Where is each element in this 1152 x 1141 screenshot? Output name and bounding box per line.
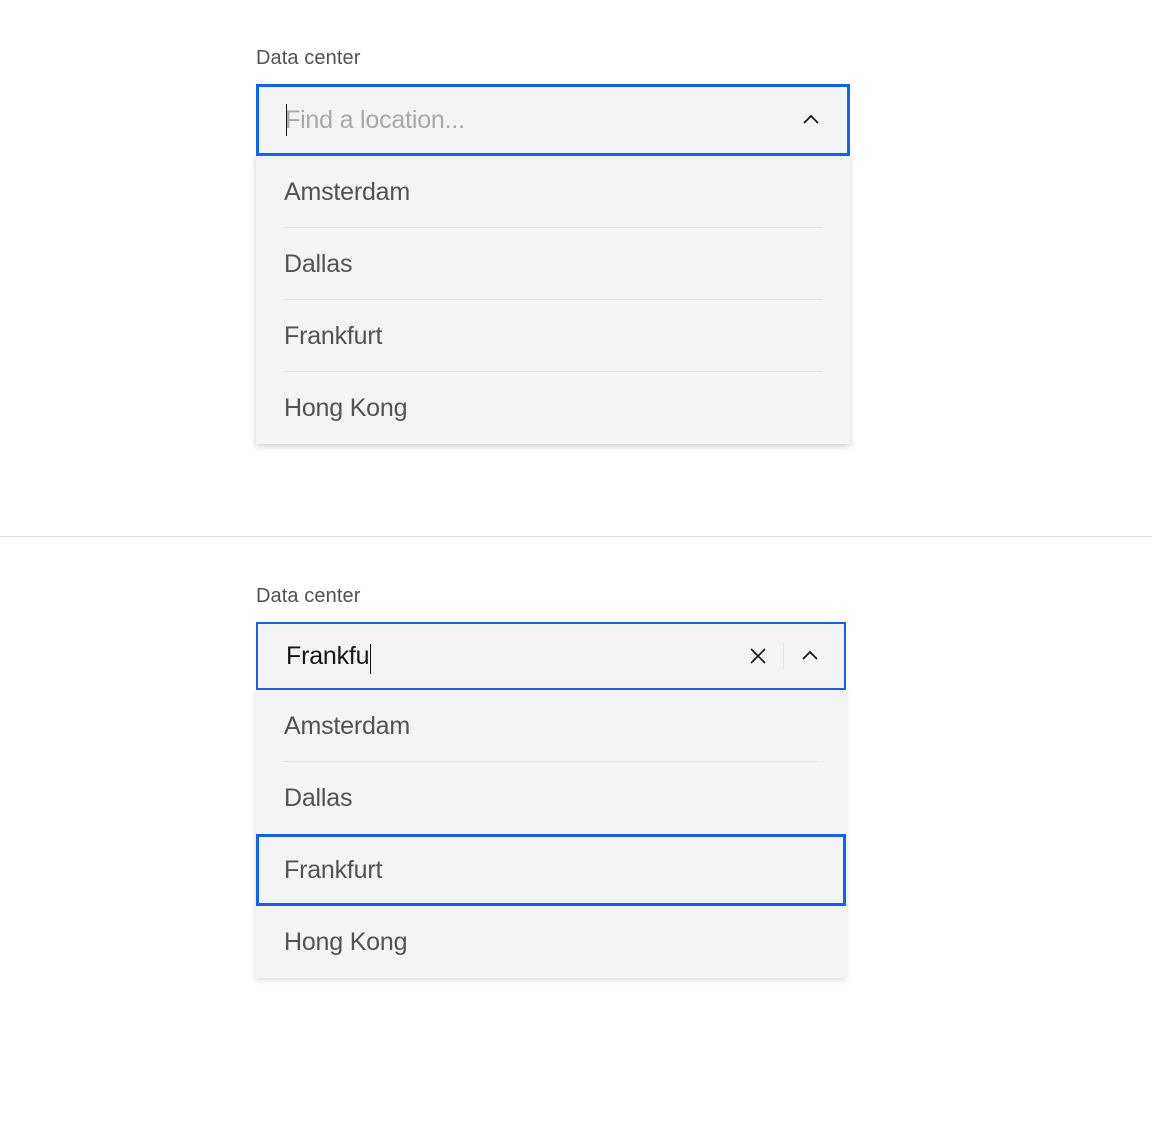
dropdown-option-label: Hong Kong (284, 928, 407, 957)
datacenter-combobox: Frankfu Amsterdam Dallas Frankf (256, 622, 846, 978)
location-dropdown-list: Amsterdam Dallas Frankfurt Hong Kong (256, 690, 846, 978)
dropdown-option-dallas[interactable]: Dallas (256, 762, 846, 834)
text-caret (286, 104, 287, 136)
dropdown-option-dallas[interactable]: Dallas (256, 228, 850, 300)
dropdown-option-label: Frankfurt (284, 322, 382, 351)
combobox-label: Data center (256, 47, 1152, 70)
input-value-text: Frankfu (286, 642, 369, 670)
icon-divider (783, 643, 784, 669)
datacenter-combobox: Amsterdam Dallas Frankfurt Hong Kong (256, 84, 850, 444)
combobox-input-wrapper[interactable]: Frankfu (256, 622, 846, 690)
combobox-label: Data center (256, 585, 1152, 608)
combobox-input-wrapper[interactable] (256, 84, 850, 156)
chevron-up-icon[interactable] (798, 644, 822, 668)
dropdown-option-hongkong[interactable]: Hong Kong (256, 372, 850, 444)
chevron-up-icon[interactable] (799, 108, 823, 132)
dropdown-option-label: Dallas (284, 784, 352, 813)
dropdown-option-label: Hong Kong (284, 394, 407, 423)
dropdown-option-frankfurt[interactable]: Frankfurt (256, 834, 846, 906)
dropdown-option-label: Frankfurt (284, 856, 382, 885)
dropdown-option-hongkong[interactable]: Hong Kong (256, 906, 846, 978)
dropdown-option-amsterdam[interactable]: Amsterdam (256, 156, 850, 228)
dropdown-option-amsterdam[interactable]: Amsterdam (256, 690, 846, 762)
location-search-input[interactable] (285, 106, 799, 135)
location-search-input[interactable]: Frankfu (286, 642, 747, 671)
close-icon[interactable] (747, 645, 769, 667)
location-dropdown-list: Amsterdam Dallas Frankfurt Hong Kong (256, 156, 850, 444)
dropdown-option-frankfurt[interactable]: Frankfurt (256, 300, 850, 372)
dropdown-option-label: Amsterdam (284, 178, 410, 207)
dropdown-option-label: Amsterdam (284, 712, 410, 741)
dropdown-option-label: Dallas (284, 250, 352, 279)
